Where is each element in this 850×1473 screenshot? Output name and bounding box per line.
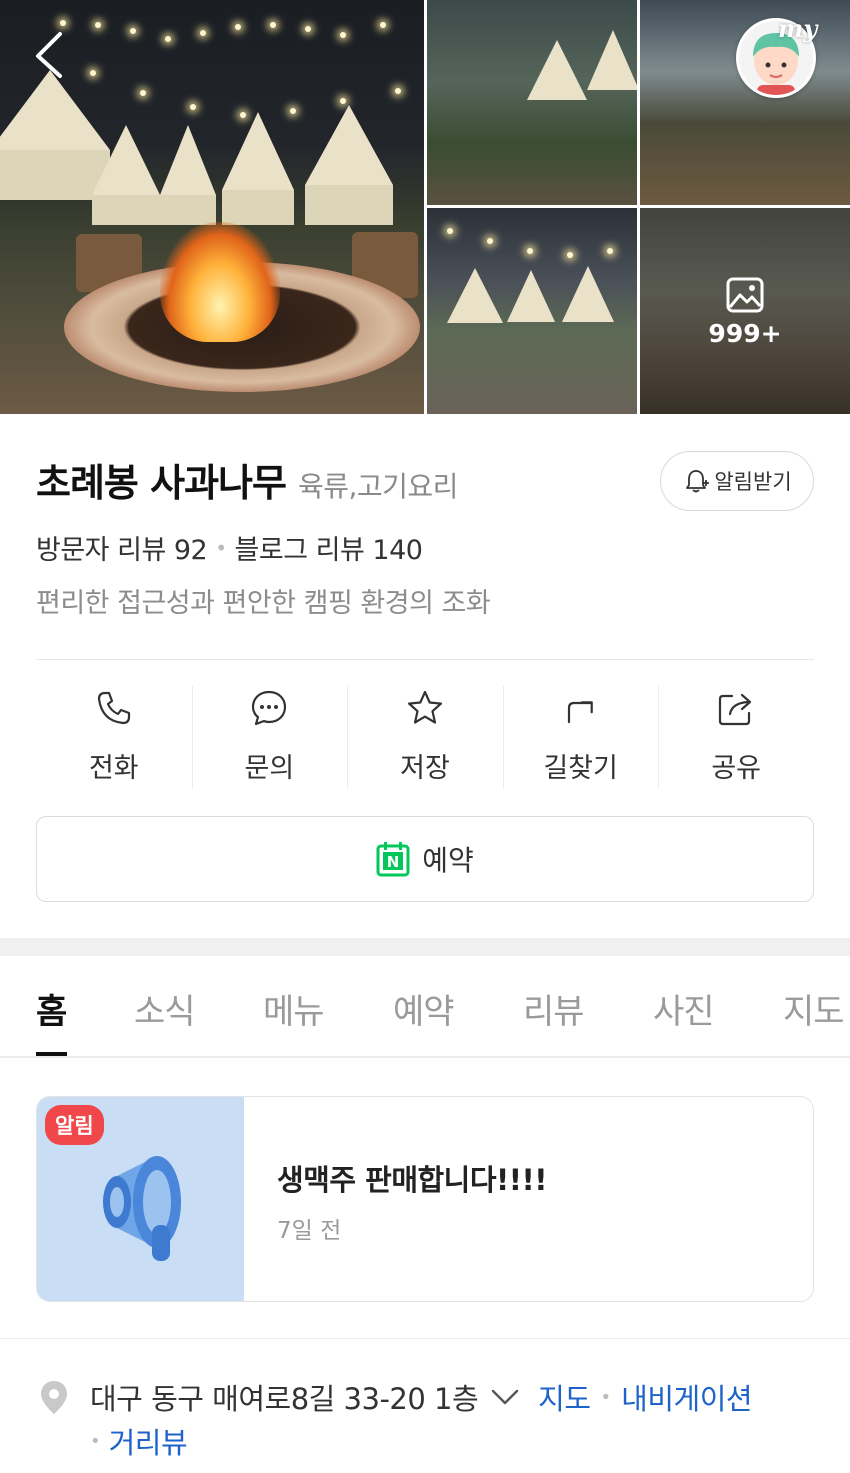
directions-button[interactable]: 길찾기 [502,686,659,790]
divider [0,1338,850,1339]
svg-text:N: N [387,853,400,871]
gallery-photo-2[interactable] [427,0,637,205]
alarm-label: 알림받기 [714,470,792,494]
inquiry-button[interactable]: 문의 [191,686,348,790]
visitor-review-link[interactable]: 방문자 리뷰 92 [36,528,208,567]
location-pin-icon [41,1381,67,1414]
image-icon [726,277,764,312]
map-link[interactable]: 지도 [538,1376,591,1418]
inquiry-label: 문의 [244,753,295,784]
blog-review-link[interactable]: 블로그 리뷰 140 [235,528,423,567]
reserve-label: 예약 [422,844,474,877]
place-description: 편리한 접근성과 편안한 캠핑 환경의 조화 [36,588,491,619]
address-row: 대구 동구 매여로8길 33-20 1층 지도 • 내비게이션 [38,1376,753,1418]
tab-reservation[interactable]: 예약 [393,984,455,1033]
reserve-button[interactable]: N 예약 [36,816,814,902]
section-gap [0,938,850,956]
directions-label: 길찾기 [543,753,618,784]
navigation-link[interactable]: 내비게이션 [621,1376,752,1418]
notice-date: 7일 전 [277,1218,342,1244]
notice-badge: 알림 [45,1105,104,1145]
notice-title: 생맥주 판매합니다!!!! [277,1163,547,1197]
separator-dot: • [215,535,227,560]
my-badge: my [778,14,818,43]
notice-card[interactable]: 알림 생맥주 판매합니다!!!! 7일 전 [36,1096,814,1302]
tab-review[interactable]: 리뷰 [523,984,585,1033]
action-bar: 전화 문의 저장 길찾기 공유 [36,686,814,790]
street-view-link[interactable]: 거리뷰 [109,1420,188,1462]
divider [36,659,814,660]
chat-icon [252,690,287,726]
save-button[interactable]: 저장 [347,686,503,790]
naver-calendar-icon: N [376,842,410,877]
notice-thumbnail: 알림 [37,1097,244,1301]
place-title-row: 초례봉 사과나무 육류,고기요리 [36,452,458,507]
chevron-down-icon[interactable] [490,1387,520,1407]
active-tab-indicator [36,1052,67,1056]
address-row-2: • 거리뷰 [90,1420,188,1462]
review-summary: 방문자 리뷰 92 • 블로그 리뷰 140 [36,528,423,567]
tab-news[interactable]: 소식 [134,984,196,1033]
photo-gallery: 999+ my [0,0,850,414]
chevron-left-icon [36,32,62,78]
star-icon [407,690,443,724]
place-category: 육류,고기요리 [297,470,458,503]
tab-photo[interactable]: 사진 [653,984,715,1033]
gallery-photo-4[interactable] [427,208,637,414]
directions-icon [567,701,593,724]
save-label: 저장 [400,753,450,784]
tab-menu[interactable]: 메뉴 [263,984,325,1033]
back-button[interactable] [30,30,70,80]
place-name: 초례봉 사과나무 [36,461,287,505]
address-text: 대구 동구 매여로8길 33-20 1층 [90,1382,479,1416]
bell-plus-icon [686,470,710,493]
share-button[interactable]: 공유 [658,686,814,790]
separator-dot: • [600,1386,612,1408]
tab-home[interactable]: 홈 [36,984,67,1033]
photo-count: 999+ [708,318,782,348]
tab-map[interactable]: 지도 [783,984,845,1033]
share-icon [719,693,752,726]
alarm-button[interactable]: 알림받기 [660,451,814,511]
phone-icon [97,691,130,725]
call-button[interactable]: 전화 [36,686,192,790]
share-label: 공유 [711,753,762,784]
tab-bar: 홈 소식 메뉴 예약 리뷰 사진 지도 [0,956,850,1058]
separator-dot: • [90,1430,101,1452]
call-label: 전화 [88,753,139,784]
photo-count-overlay[interactable]: 999+ [640,208,850,414]
